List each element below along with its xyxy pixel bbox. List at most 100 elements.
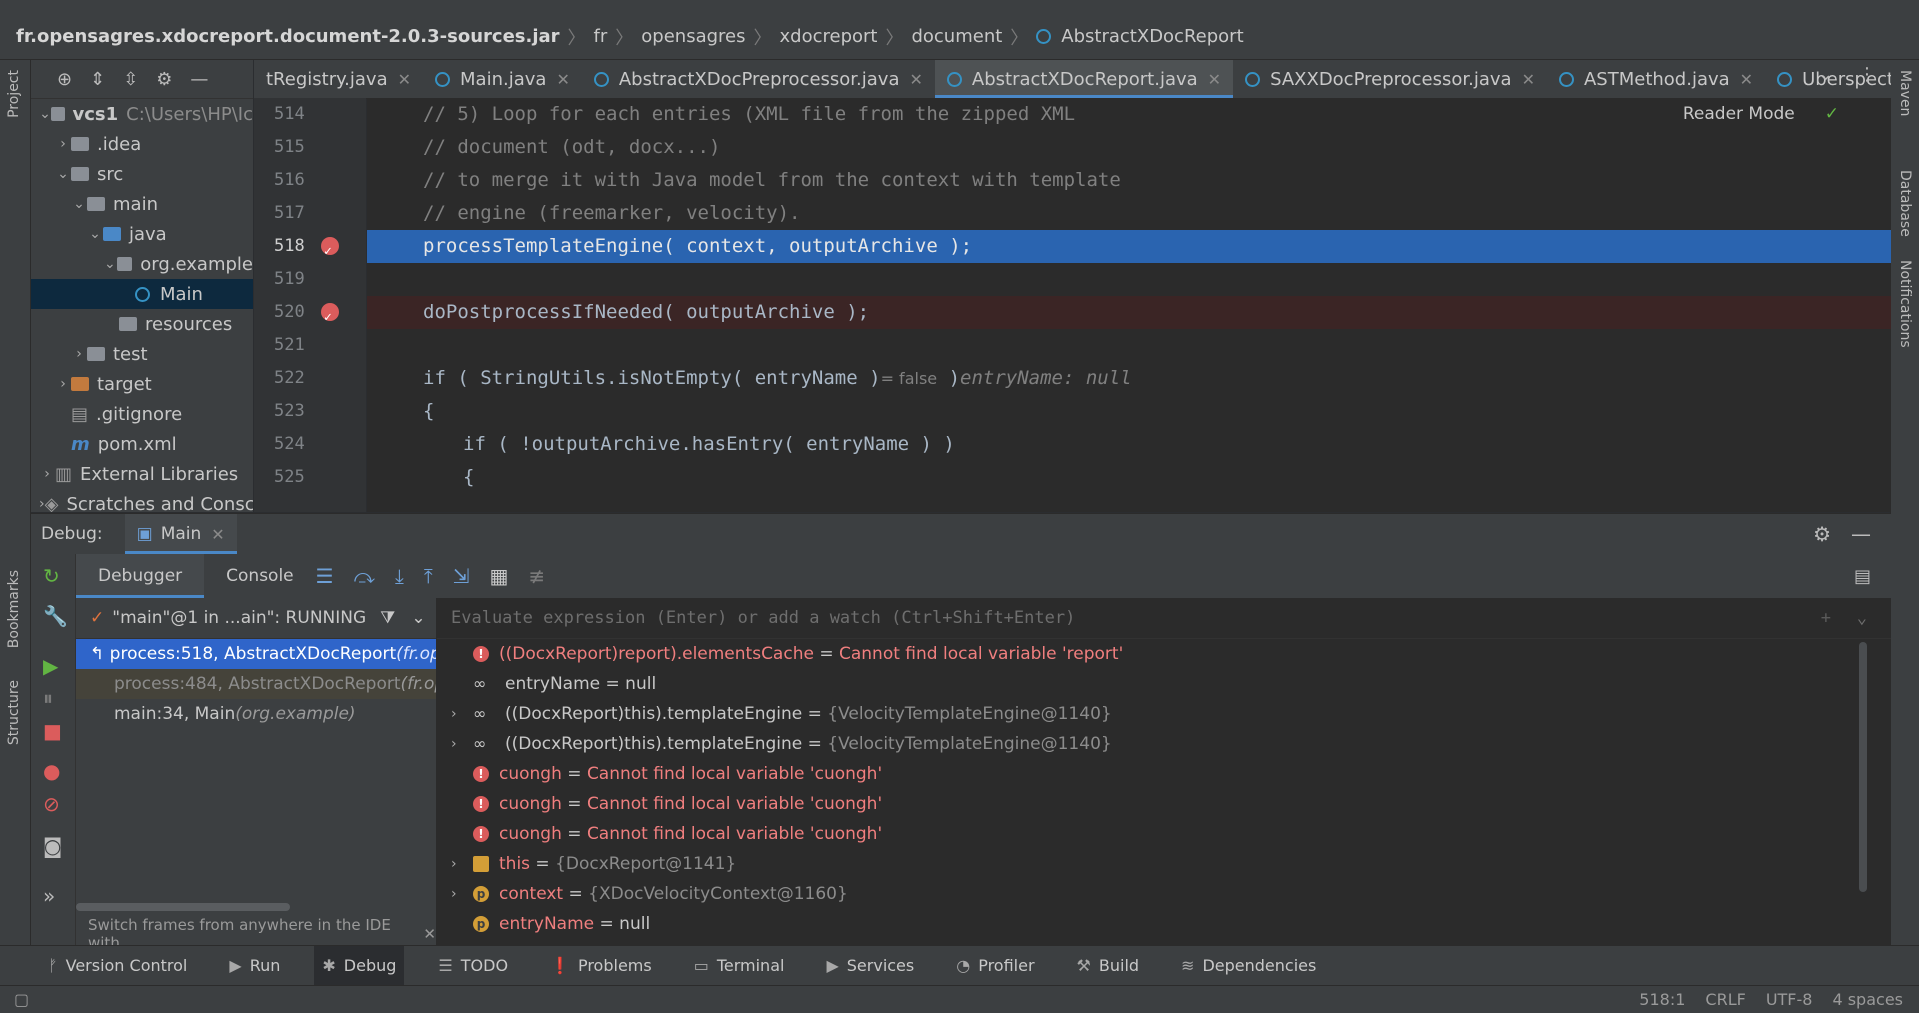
locate-icon[interactable]: ⊕ bbox=[57, 69, 72, 90]
code-editor[interactable]: // 5) Loop for each entries (XML file fr… bbox=[367, 98, 1891, 512]
chevron-right-icon[interactable]: › bbox=[451, 729, 457, 759]
chevron-icon[interactable]: ⌄ bbox=[71, 196, 87, 212]
stop-icon[interactable]: ■ bbox=[43, 719, 62, 743]
chevron-icon[interactable]: ⌄ bbox=[39, 106, 51, 122]
editor-tab[interactable]: SAXXDocPreprocessor.java ✕ bbox=[1233, 60, 1547, 98]
line-separator[interactable]: CRLF bbox=[1705, 990, 1745, 1009]
show-execution-point-icon[interactable]: ☰ bbox=[316, 564, 334, 588]
chevron-icon[interactable]: ⌄ bbox=[87, 226, 103, 242]
code-line[interactable]: { bbox=[367, 395, 1891, 428]
close-icon[interactable]: ✕ bbox=[556, 70, 569, 89]
gear-icon[interactable]: ⚙ bbox=[156, 69, 172, 90]
bookmarks-tool-button[interactable]: Bookmarks bbox=[6, 570, 22, 648]
structure-tool-button[interactable]: Structure bbox=[6, 680, 22, 745]
expand-all-icon[interactable]: ⇕ bbox=[90, 69, 105, 90]
chevron-right-icon[interactable]: › bbox=[451, 699, 457, 729]
notifications-tool-button[interactable]: Notifications bbox=[1897, 260, 1913, 348]
chevron-icon[interactable]: › bbox=[55, 376, 71, 392]
close-icon[interactable]: ✕ bbox=[1522, 70, 1535, 89]
gear-icon[interactable]: ⚙ bbox=[1813, 522, 1831, 546]
step-into-icon[interactable]: ⤓ bbox=[395, 564, 404, 588]
stack-frame[interactable]: main:34, Main(org.example) bbox=[76, 699, 436, 729]
code-line[interactable]: // document (odt, docx...) bbox=[367, 131, 1891, 164]
tree-item[interactable]: › test bbox=[31, 339, 253, 369]
chevron-icon[interactable]: › bbox=[39, 466, 55, 482]
filter-icon[interactable]: ⧩ bbox=[380, 608, 395, 628]
breadcrumb-fr[interactable]: fr bbox=[594, 26, 608, 47]
variable-row[interactable]: › context = {XDocVelocityContext@1160} bbox=[437, 879, 1891, 909]
editor-tab[interactable]: AbstractXDocPreprocessor.java ✕ bbox=[582, 60, 935, 98]
chevron-icon[interactable]: › bbox=[71, 346, 87, 362]
maven-tool-button[interactable]: Maven bbox=[1897, 70, 1913, 116]
code-line[interactable] bbox=[367, 329, 1891, 362]
variable-row[interactable]: ∞ entryName = null bbox=[437, 669, 1891, 699]
tool-window-button[interactable]: ✱ Debug bbox=[314, 945, 405, 986]
tree-item[interactable]: ⌄ java bbox=[31, 219, 253, 249]
code-line[interactable]: // to merge it with Java model from the … bbox=[367, 164, 1891, 197]
thread-selector[interactable]: ✓ "main"@1 in ...ain": RUNNING ⧩ ⌄ bbox=[76, 598, 436, 639]
tree-item[interactable]: › .idea bbox=[31, 129, 253, 159]
variable-row[interactable]: ((DocxReport)report).elementsCache = Can… bbox=[437, 639, 1891, 669]
editor-tab[interactable]: tRegistry.java ✕ bbox=[254, 60, 423, 98]
chevron-right-icon[interactable]: › bbox=[451, 879, 457, 909]
tree-item[interactable]: ⌄ vcs1 C:\Users\HP\Ic bbox=[31, 99, 253, 129]
mute-breakpoints-icon[interactable]: ⊘ bbox=[43, 792, 60, 816]
breadcrumb-opensagres[interactable]: opensagres bbox=[641, 26, 745, 47]
collapse-all-icon[interactable]: ⇳ bbox=[123, 69, 138, 90]
code-line[interactable]: doPostprocessIfNeeded( outputArchive ); bbox=[367, 296, 1891, 329]
tool-window-button[interactable]: ❗ Problems bbox=[542, 946, 660, 986]
variable-row[interactable]: cuongh = Cannot find local variable 'cuo… bbox=[437, 789, 1891, 819]
code-line[interactable]: if ( StringUtils.isNotEmpty( entryName )… bbox=[367, 362, 1891, 395]
code-line[interactable] bbox=[367, 263, 1891, 296]
camera-icon[interactable]: ◙ bbox=[43, 834, 62, 858]
close-icon[interactable]: ✕ bbox=[423, 925, 436, 943]
reader-mode-label[interactable]: Reader Mode bbox=[1683, 104, 1795, 124]
chevron-right-icon[interactable]: › bbox=[451, 849, 457, 879]
chevron-icon[interactable]: › bbox=[55, 136, 71, 152]
evaluate-expression-field[interactable]: Evaluate expression (Enter) or add a wat… bbox=[437, 598, 1891, 639]
view-breakpoints-icon[interactable]: ● bbox=[43, 759, 60, 783]
tree-item[interactable]: › ▥ External Libraries bbox=[31, 459, 253, 489]
breadcrumb-jar[interactable]: fr.opensagres.xdocreport.document-2.0.3-… bbox=[16, 26, 560, 47]
variable-row[interactable]: cuongh = Cannot find local variable 'cuo… bbox=[437, 759, 1891, 789]
tree-item[interactable]: resources bbox=[31, 309, 253, 339]
tree-item[interactable]: ⌄ main bbox=[31, 189, 253, 219]
tool-window-button[interactable]: ☰ TODO bbox=[430, 946, 516, 986]
code-line[interactable]: // engine (freemarker, velocity). bbox=[367, 197, 1891, 230]
close-icon[interactable]: ✕ bbox=[398, 70, 411, 89]
variable-row[interactable]: › ∞ ((DocxReport)this).templateEngine = {V… bbox=[437, 699, 1891, 729]
tab-console[interactable]: Console bbox=[204, 554, 316, 598]
breadcrumb-xdocreport[interactable]: xdocreport bbox=[780, 26, 878, 47]
run-to-cursor-icon[interactable]: ⇲ bbox=[453, 564, 470, 588]
hide-icon[interactable]: — bbox=[190, 69, 208, 90]
variable-row[interactable]: cuongh = Cannot find local variable 'cuo… bbox=[437, 819, 1891, 849]
close-icon[interactable]: ✕ bbox=[1208, 70, 1221, 89]
database-tool-button[interactable]: Database bbox=[1897, 170, 1913, 237]
evaluate-icon[interactable]: ▦ bbox=[489, 564, 508, 588]
chevron-icon[interactable]: ⌄ bbox=[103, 256, 117, 272]
breakpoint-icon[interactable] bbox=[321, 301, 339, 334]
pause-icon[interactable]: ⏸ bbox=[43, 686, 53, 710]
editor-tab[interactable]: ASTMethod.java ✕ bbox=[1547, 60, 1765, 98]
horizontal-scrollbar[interactable] bbox=[76, 903, 290, 911]
wrench-icon[interactable]: 🔧 bbox=[43, 604, 68, 628]
line-gutter[interactable]: 514515516517518519520521522523524525 bbox=[254, 98, 366, 512]
more-options-icon[interactable]: ⋮ bbox=[1858, 64, 1876, 85]
more-icon[interactable]: » bbox=[43, 884, 55, 908]
tool-window-button[interactable]: ⚒ Build bbox=[1069, 946, 1148, 986]
tree-item[interactable]: › ◈ Scratches and Consc bbox=[31, 489, 253, 513]
chevron-icon[interactable]: ⌄ bbox=[55, 166, 71, 182]
step-over-icon[interactable]: ⤼ bbox=[354, 564, 375, 588]
rerun-icon[interactable]: ↻ bbox=[43, 564, 60, 588]
tree-item[interactable]: m pom.xml bbox=[31, 429, 253, 459]
indent-setting[interactable]: 4 spaces bbox=[1832, 990, 1903, 1009]
code-line[interactable]: { bbox=[367, 461, 1891, 494]
editor-tab[interactable]: AbstractXDocReport.java ✕ bbox=[934, 60, 1234, 98]
code-line[interactable]: if ( !outputArchive.hasEntry( entryName … bbox=[367, 428, 1891, 461]
tool-window-button[interactable]: ᚠ Version Control bbox=[40, 946, 195, 986]
minimize-icon[interactable]: — bbox=[1851, 522, 1871, 546]
file-encoding[interactable]: UTF-8 bbox=[1766, 990, 1813, 1009]
stack-frame[interactable]: process:484, AbstractXDocReport(fr.ope bbox=[76, 669, 436, 699]
variable-row[interactable]: › this = {DocxReport@1141} bbox=[437, 849, 1891, 879]
tabs-dropdown-icon[interactable]: ⌄ bbox=[1818, 64, 1833, 85]
